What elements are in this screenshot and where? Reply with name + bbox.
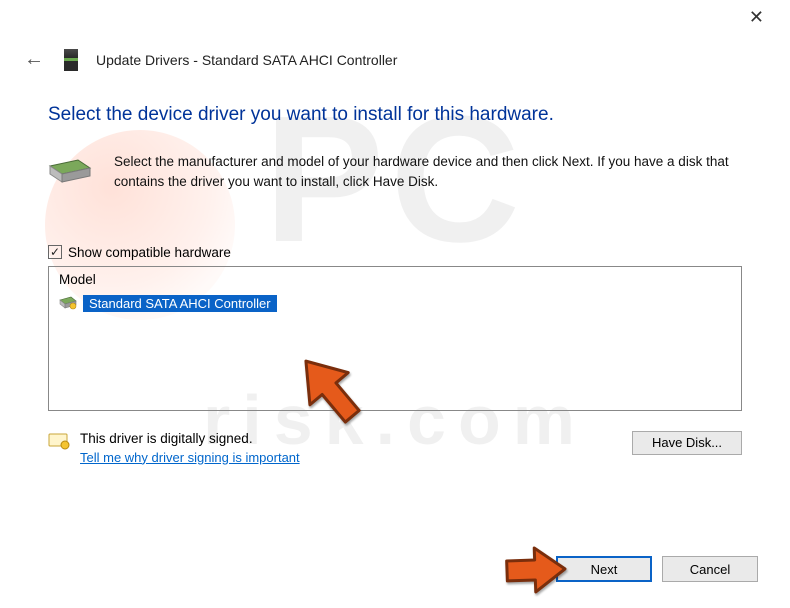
list-item[interactable]: Standard SATA AHCI Controller: [55, 294, 735, 313]
certificate-badge-icon: [48, 433, 70, 451]
close-icon[interactable]: ✕: [739, 1, 774, 33]
title-prefix: Update Drivers -: [96, 52, 202, 68]
page-title: Update Drivers - Standard SATA AHCI Cont…: [96, 52, 397, 68]
back-icon[interactable]: ←: [20, 44, 48, 75]
title-bar: ✕: [739, 8, 774, 26]
driver-card-icon: [59, 296, 77, 310]
list-item-label: Standard SATA AHCI Controller: [83, 295, 277, 312]
column-header-model: Model: [49, 267, 741, 292]
signing-help-link[interactable]: Tell me why driver signing is important: [80, 450, 300, 465]
next-button[interactable]: Next: [556, 556, 652, 582]
instruction-text: Select the manufacturer and model of you…: [114, 152, 742, 193]
signing-status-text: This driver is digitally signed.: [80, 431, 300, 446]
driver-list[interactable]: Model Standard SATA AHCI Controller: [48, 266, 742, 411]
checkbox-check-icon: ✓: [48, 245, 62, 259]
subtitle-heading: Select the device driver you want to ins…: [48, 104, 742, 126]
show-compatible-checkbox[interactable]: ✓ Show compatible hardware: [48, 245, 742, 260]
dialog-header: ← Update Drivers - Standard SATA AHCI Co…: [20, 44, 770, 75]
device-tower-icon: [64, 49, 78, 71]
have-disk-button[interactable]: Have Disk...: [632, 431, 742, 455]
hardware-card-icon: [48, 156, 92, 188]
title-device: Standard SATA AHCI Controller: [202, 52, 398, 68]
cancel-button[interactable]: Cancel: [662, 556, 758, 582]
checkbox-label: Show compatible hardware: [68, 245, 231, 260]
